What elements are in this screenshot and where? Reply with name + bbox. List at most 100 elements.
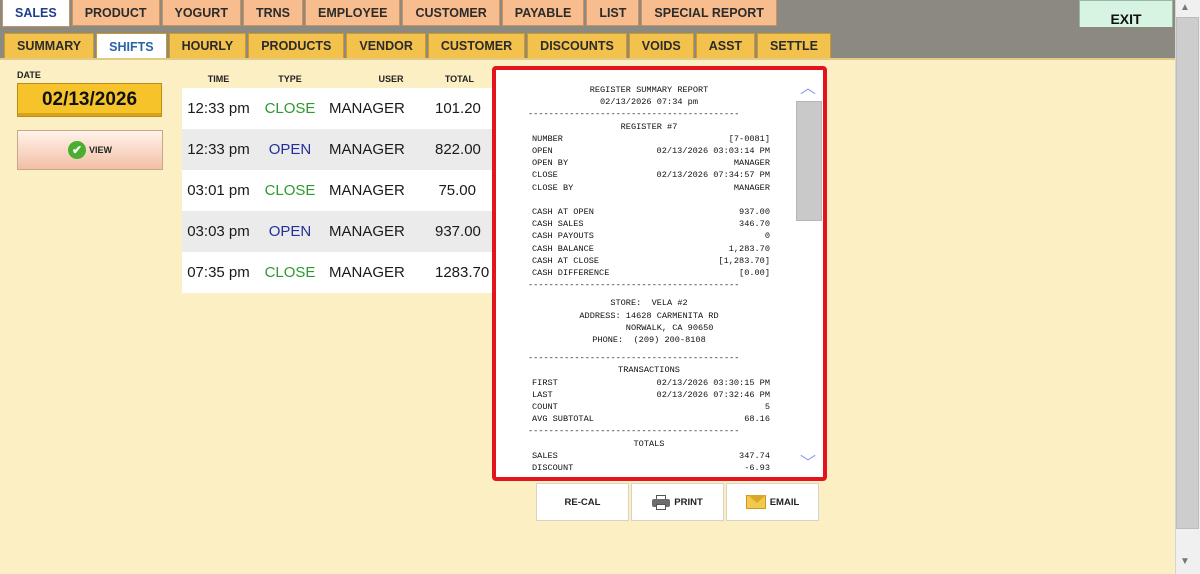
report-title: REGISTER SUMMARY REPORT [589, 85, 709, 95]
shift-type: OPEN [268, 141, 312, 158]
report-line: CLOSE 02/13/2026 07:34:57 PM [528, 169, 770, 181]
view-button[interactable]: ✔ VIEW [17, 130, 163, 170]
shift-total: 822.00 [435, 141, 481, 158]
chevron-up-icon[interactable]: ︿ [798, 80, 818, 98]
shift-user: MANAGER [329, 141, 405, 158]
line-value: MANAGER [733, 158, 770, 169]
line-key: CASH DIFFERENCE [532, 268, 610, 279]
shift-time: 12:33 pm [187, 100, 250, 117]
store-line: PHONE: (209) 200-8108 [592, 335, 706, 346]
tab-trns[interactable]: TRNS [242, 0, 304, 26]
report-line: FIRST 02/13/2026 03:30:15 PM [528, 377, 770, 389]
report-separator: ----------------------------------------… [528, 426, 740, 437]
report-line: SALES 347.74 [528, 450, 770, 462]
report-line: OPEN 02/13/2026 03:03:14 PM [528, 145, 770, 157]
print-button-label: PRINT [674, 496, 703, 508]
subtab-products[interactable]: PRODUCTS [248, 33, 345, 58]
line-value: 02/13/2026 07:32:46 PM [656, 389, 770, 400]
shifts-table: TIME TYPE USER TOTAL 12:33 pm CLOSE MANA… [182, 70, 492, 293]
line-key: FIRST [532, 377, 558, 388]
report-line: CASH BALANCE 1,283.70 [528, 243, 770, 255]
shift-total: 101.20 [435, 100, 481, 117]
table-row[interactable]: 03:01 pm CLOSE MANAGER 75.00 [182, 170, 492, 211]
report-line: CASH AT OPEN 937.00 [528, 206, 770, 218]
report-line: CASH PAYOUTS 0 [528, 230, 770, 242]
table-row[interactable]: 12:33 pm CLOSE MANAGER 101.20 [182, 88, 492, 129]
line-key: NUMBER [532, 133, 563, 144]
tab-product[interactable]: PRODUCT [71, 0, 160, 26]
window-scroll-thumb[interactable] [1176, 17, 1199, 529]
date-label: DATE [17, 70, 41, 80]
shifts-table-body: 12:33 pm CLOSE MANAGER 101.20 12:33 pm O… [182, 88, 492, 293]
line-key: DISCOUNT [532, 463, 574, 474]
tab-payable[interactable]: PAYABLE [501, 0, 585, 26]
report-timestamp: 02/13/2026 07:34 pm [600, 97, 698, 108]
subtab-hourly[interactable]: HOURLY [168, 33, 247, 58]
table-row[interactable]: 03:03 pm OPEN MANAGER 937.00 [182, 211, 492, 252]
header-time: TIME [207, 74, 230, 84]
store-line: NORWALK, CA 90650 [584, 322, 714, 333]
report-actions: RE-CAL PRINT EMAIL [536, 483, 821, 521]
shift-user: MANAGER [329, 100, 405, 117]
line-key: OPEN BY [532, 158, 569, 169]
subtab-asst[interactable]: ASST [695, 33, 756, 58]
header-total: TOTAL [444, 74, 474, 84]
line-value: [0.00] [739, 268, 770, 279]
line-value: 347.74 [739, 450, 770, 461]
recal-button[interactable]: RE-CAL [536, 483, 629, 521]
line-key: COUNT [532, 402, 558, 413]
report-scroll-thumb[interactable] [796, 101, 822, 221]
line-key: CASH AT CLOSE [532, 255, 600, 266]
shift-total: 937.00 [435, 223, 481, 240]
top-tabs: SALES PRODUCT YOGURT TRNS EMPLOYEE CUSTO… [2, 0, 779, 27]
subtab-settle[interactable]: SETTLE [757, 33, 831, 58]
shift-user: MANAGER [329, 264, 405, 281]
report-line: NUMBER [7-0081] [528, 133, 770, 145]
chevron-down-icon[interactable]: ﹀ [798, 455, 818, 473]
line-value: 68.16 [744, 414, 770, 425]
scroll-up-arrow-icon[interactable]: ▲ [1180, 2, 1190, 13]
date-picker[interactable]: 02/13/2026 [17, 83, 162, 117]
table-row[interactable]: 07:35 pm CLOSE MANAGER 1283.70 [182, 252, 492, 293]
line-key: CASH BALANCE [532, 243, 594, 254]
subtab-discounts[interactable]: DISCOUNTS [527, 33, 627, 58]
shift-type: CLOSE [264, 264, 316, 281]
report-line: CASH SALES 346.70 [528, 218, 770, 230]
printer-icon [652, 494, 671, 510]
envelope-icon [745, 495, 766, 509]
subtab-vendor[interactable]: VENDOR [346, 33, 426, 58]
recal-button-label: RE-CAL [564, 496, 601, 508]
tab-list[interactable]: LIST [586, 0, 640, 26]
shifts-table-header: TIME TYPE USER TOTAL [182, 70, 492, 88]
line-key: CASH SALES [532, 219, 584, 230]
line-key: OPEN [532, 146, 553, 157]
table-row[interactable]: 12:33 pm OPEN MANAGER 822.00 [182, 129, 492, 170]
line-value: [1,283.70] [718, 255, 770, 266]
email-button[interactable]: EMAIL [726, 483, 819, 521]
tab-employee[interactable]: EMPLOYEE [305, 0, 401, 26]
subtab-shifts[interactable]: SHIFTS [96, 33, 167, 60]
report-line: CASH DIFFERENCE [0.00] [528, 267, 770, 279]
line-value: 937.00 [739, 207, 770, 218]
line-key: CLOSE [532, 170, 558, 181]
subtab-summary[interactable]: SUMMARY [4, 33, 95, 58]
tab-yogurt[interactable]: YOGURT [161, 0, 241, 26]
check-icon: ✔ [67, 141, 86, 159]
subtab-voids[interactable]: VOIDS [628, 33, 694, 58]
header-type: TYPE [278, 74, 302, 84]
shift-type: CLOSE [264, 100, 316, 117]
scroll-down-arrow-icon[interactable]: ▼ [1180, 556, 1190, 567]
sub-tabs: SUMMARY SHIFTS HOURLY PRODUCTS VENDOR CU… [4, 33, 833, 60]
subtab-customer[interactable]: CUSTOMER [427, 33, 526, 58]
report-line: AVG SUBTOTAL 68.16 [528, 413, 770, 425]
store-line: STORE: VELA #2 [610, 298, 688, 309]
line-value: 02/13/2026 03:03:14 PM [656, 146, 770, 157]
tab-sales[interactable]: SALES [2, 0, 70, 27]
print-button[interactable]: PRINT [631, 483, 724, 521]
tab-customer[interactable]: CUSTOMER [402, 0, 500, 26]
totals-heading: TOTALS [633, 438, 665, 449]
shift-user: MANAGER [329, 223, 405, 240]
tab-special-report[interactable]: SPECIAL REPORT [641, 0, 777, 26]
line-value: 5 [764, 402, 770, 413]
shift-time: 03:01 pm [187, 182, 250, 199]
